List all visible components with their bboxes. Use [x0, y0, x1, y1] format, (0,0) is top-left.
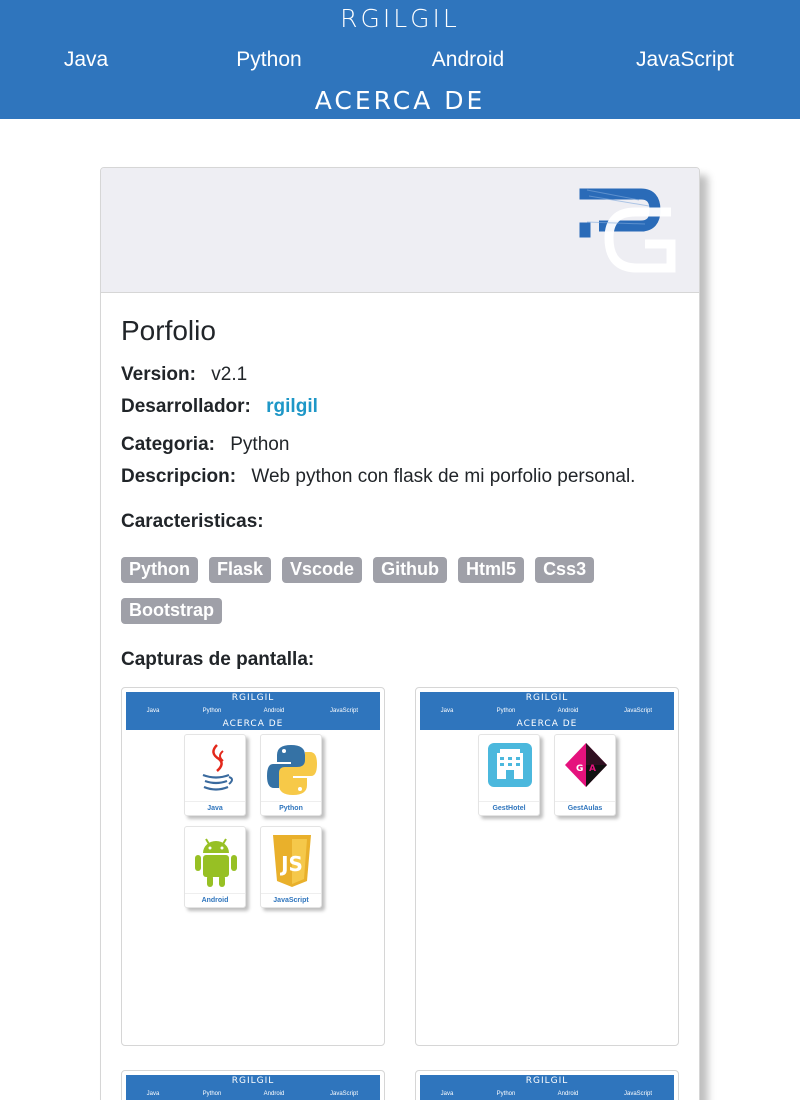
category-row: Categoria: Python [121, 429, 679, 461]
features-tags: Python Flask Vscode Github Html5 Css3 Bootstra… [121, 557, 621, 639]
svg-text:A: A [589, 764, 596, 774]
nav-link-about[interactable]: ACERCA DE [0, 86, 800, 115]
mini-nav: Java Python Android JavaScript [126, 708, 380, 718]
screenshots-grid: RGILGIL Java Python Android JavaScript A… [121, 687, 679, 1100]
hotel-icon [488, 743, 532, 787]
mini-nav-item: Python [496, 1091, 516, 1097]
mini-nav-item: Android [263, 708, 285, 714]
screenshot-thumbnail[interactable]: RGILGIL Java Python Android JavaScript A… [121, 687, 385, 1046]
top-navbar: RGILGIL Java Python Android JavaScript A… [0, 0, 800, 119]
screenshot-thumbnail[interactable]: RGILGIL Java Python Android JavaScript A… [415, 687, 679, 1046]
mini-navbar: RGILGIL Java Python Android JavaScript [126, 1075, 380, 1100]
mini-brand: RGILGIL [525, 693, 569, 703]
mini-brand: RGILGIL [231, 1076, 275, 1086]
mini-nav-item: Android [557, 708, 579, 714]
mini-brand: RGILGIL [231, 693, 275, 703]
description-value: Web python con flask de mi porfolio pers… [251, 466, 636, 487]
python-icon [267, 745, 317, 795]
developer-label: Desarrollador: [121, 396, 251, 417]
mini-nav-item: Java [146, 1091, 160, 1097]
feature-badge: Github [373, 557, 448, 583]
screenshots-heading: Capturas de pantalla: [121, 649, 315, 670]
mini-nav: Java Python Android JavaScript [420, 708, 674, 718]
tile-caption: GestHotel [479, 801, 539, 812]
project-card: Porfolio Version: v2.1 Desarrollador: rg… [100, 167, 700, 1100]
category-label: Categoria: [121, 434, 215, 455]
tile-caption: JavaScript [261, 893, 321, 904]
mini-nav-item: Android [263, 1091, 285, 1097]
android-icon [195, 838, 237, 887]
developer-row: Desarrollador: rgilgil [121, 391, 679, 423]
nav-link-javascript[interactable]: JavaScript [636, 48, 734, 72]
version-value: v2.1 [211, 364, 248, 385]
feature-badge: Html5 [458, 557, 525, 583]
mini-about: ACERCA DE [222, 719, 284, 729]
feature-badge: Python [121, 557, 198, 583]
mini-about: ACERCA DE [516, 719, 578, 729]
mini-nav-item: Python [202, 1091, 222, 1097]
description-label: Descripcion: [121, 466, 237, 487]
mini-nav-item: JavaScript [623, 1091, 653, 1097]
feature-badge: Bootstrap [121, 598, 222, 624]
feature-badge: Css3 [535, 557, 595, 583]
tile-gestaulas: G A GestAulas [554, 734, 616, 816]
brand-logo-link[interactable]: RGILGIL [0, 4, 800, 33]
java-icon [202, 744, 233, 791]
classroom-icon: G A [565, 743, 607, 787]
mini-nav: Java Python Android JavaScript [126, 1091, 380, 1100]
nav-link-python[interactable]: Python [236, 48, 301, 72]
mini-navbar: RGILGIL Java Python Android JavaScript [420, 1075, 674, 1100]
mini-navbar: RGILGIL Java Python Android JavaScript A… [420, 692, 674, 730]
features-heading: Caracteristicas: [121, 511, 264, 532]
svg-text:JS: JS [279, 852, 303, 876]
tile-caption: Java [185, 801, 245, 812]
tile-javascript: JS JavaScript [260, 826, 322, 908]
mini-nav-item: Python [202, 708, 222, 714]
tile-python: Python [260, 734, 322, 816]
tile-java: Java [184, 734, 246, 816]
screenshot-thumbnail[interactable]: RGILGIL Java Python Android JavaScript [121, 1070, 385, 1100]
mini-nav-item: Java [440, 708, 454, 714]
version-row: Version: v2.1 [121, 359, 679, 391]
mini-nav-item: Java [440, 1091, 454, 1097]
mini-navbar: RGILGIL Java Python Android JavaScript A… [126, 692, 380, 730]
version-label: Version: [121, 364, 196, 385]
feature-badge: Vscode [282, 557, 363, 583]
nav-link-java[interactable]: Java [64, 48, 108, 72]
mini-nav-item: Android [557, 1091, 579, 1097]
main-nav: Java Python Android JavaScript [0, 48, 800, 76]
mini-nav-item: JavaScript [329, 708, 359, 714]
nav-link-android[interactable]: Android [432, 48, 504, 72]
mini-brand: RGILGIL [525, 1076, 569, 1086]
tile-gesthotel: GestHotel [478, 734, 540, 816]
card-header [101, 168, 699, 293]
svg-text:G: G [576, 764, 583, 774]
developer-link[interactable]: rgilgil [266, 396, 318, 417]
feature-badge: Flask [209, 557, 272, 583]
javascript-icon: JS [273, 835, 311, 887]
project-title: Porfolio [121, 315, 216, 346]
tile-caption: Android [185, 893, 245, 904]
mini-nav: Java Python Android JavaScript [420, 1091, 674, 1100]
rg-logo-icon [579, 188, 676, 273]
mini-nav-item: Python [496, 708, 516, 714]
card-body: Porfolio Version: v2.1 Desarrollador: rg… [101, 293, 699, 1100]
description-row: Descripcion: Web python con flask de mi … [121, 461, 679, 493]
tile-caption: GestAulas [555, 801, 615, 812]
mini-nav-item: JavaScript [623, 708, 653, 714]
tile-android: Android [184, 826, 246, 908]
screenshot-thumbnail[interactable]: RGILGIL Java Python Android JavaScript [415, 1070, 679, 1100]
mini-nav-item: JavaScript [329, 1091, 359, 1097]
category-value: Python [230, 434, 290, 455]
tile-caption: Python [261, 801, 321, 812]
mini-nav-item: Java [146, 708, 160, 714]
